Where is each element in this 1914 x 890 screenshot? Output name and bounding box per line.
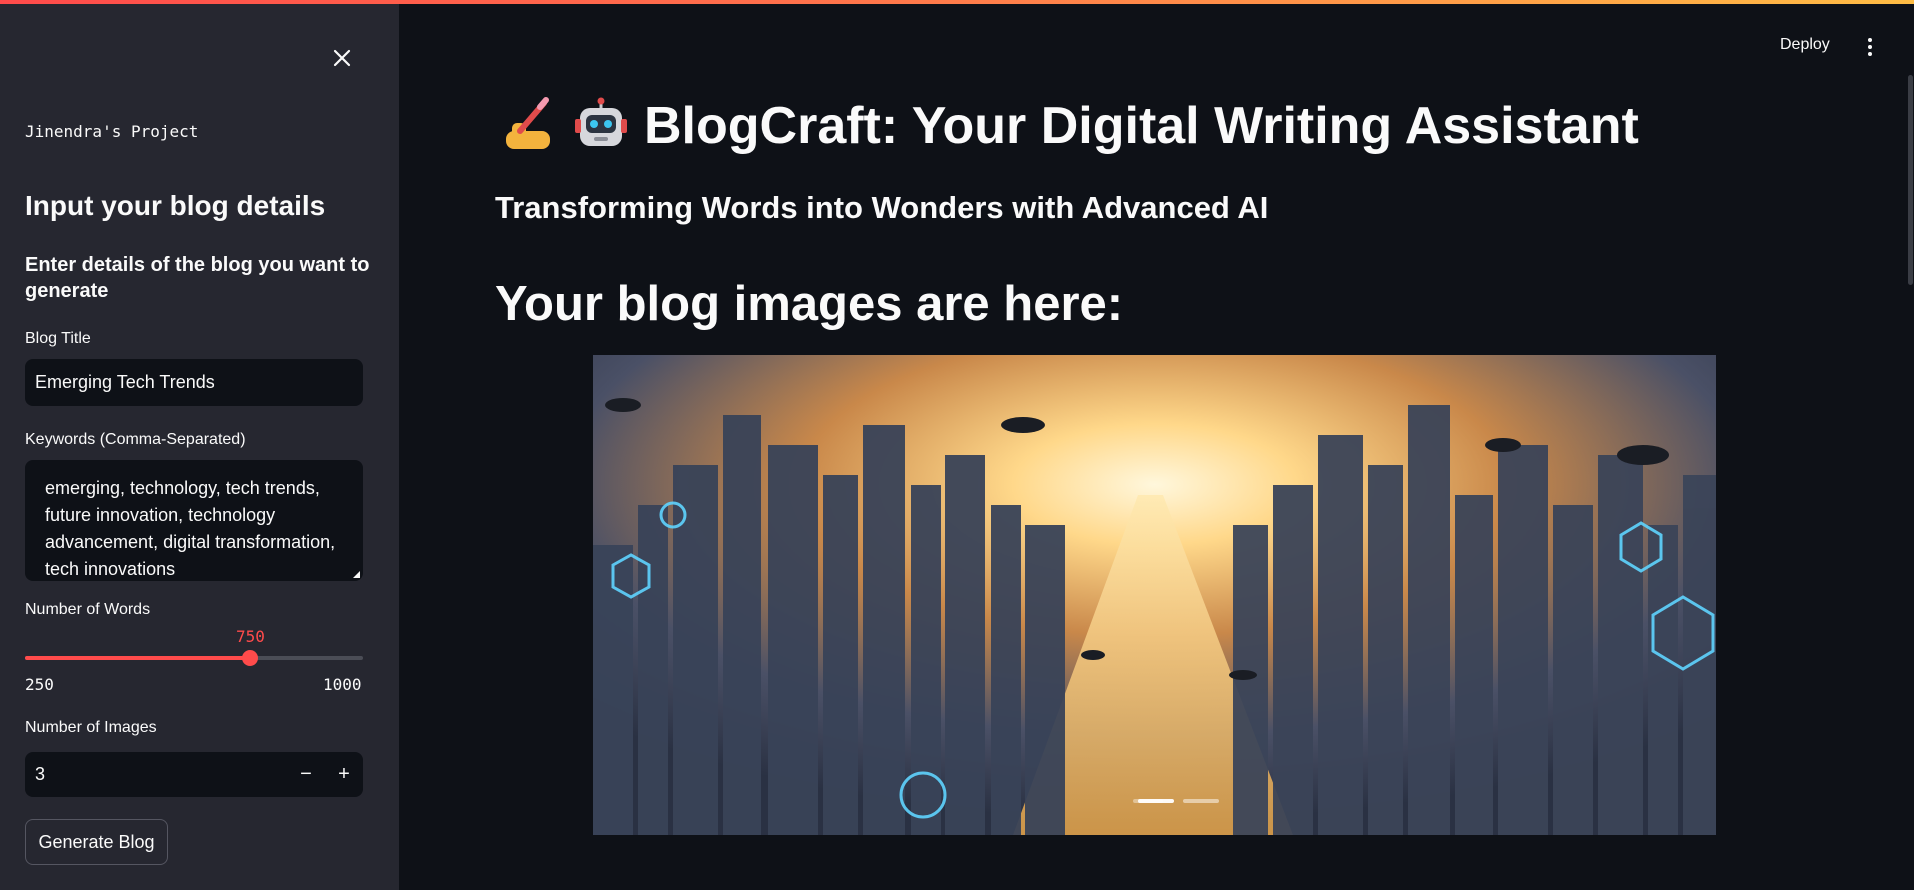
images-label: Number of Images [25,719,157,736]
words-slider[interactable] [25,650,363,666]
page-title: BlogCraft: Your Digital Writing Assistan… [500,96,1639,156]
resize-handle-icon[interactable] [353,571,360,578]
page-subtitle: Transforming Words into Wonders with Adv… [495,190,1269,225]
words-label: Number of Words [25,601,151,618]
blog-title-input[interactable]: Emerging Tech Trends [25,359,363,406]
words-slider-thumb[interactable] [242,650,259,666]
kebab-menu-icon [1868,38,1872,56]
sidebar-heading: Input your blog details [25,190,326,221]
page-title-text: BlogCraft: Your Digital Writing Assistan… [644,97,1639,155]
close-sidebar-button[interactable] [322,38,362,78]
main-menu-button[interactable] [1860,34,1880,60]
deploy-button[interactable]: Deploy [1780,36,1830,54]
close-icon [333,49,351,67]
words-slider-fill [25,656,251,660]
project-name: Jinendra's Project [25,122,199,141]
futuristic-city-image [593,355,1716,835]
images-number-input[interactable]: 3 − + [25,752,363,797]
words-slider-min: 250 [25,675,54,694]
keywords-textarea[interactable]: emerging, technology, tech trends, futur… [25,460,363,581]
images-value[interactable]: 3 [25,764,287,785]
words-slider-value: 750 [236,627,265,646]
robot-icon [575,97,627,146]
page-scrollbar[interactable] [1908,75,1913,285]
blog-title-label: Blog Title [25,330,91,347]
increment-button[interactable]: + [325,752,363,797]
images-heading: Your blog images are here: [495,277,1124,331]
blog-title-value: Emerging Tech Trends [35,372,215,392]
keywords-value: emerging, technology, tech trends, futur… [45,478,336,579]
sidebar: Jinendra's Project Input your blog detai… [0,4,399,890]
sidebar-subheading: Enter details of the blog you want to ge… [25,254,370,302]
writing-hand-icon [506,97,550,149]
decrement-button[interactable]: − [287,752,325,797]
keywords-label: Keywords (Comma-Separated) [25,431,246,448]
words-slider-max: 1000 [323,675,362,694]
blog-image-carousel[interactable] [593,355,1716,835]
generate-blog-button[interactable]: Generate Blog [25,819,168,865]
